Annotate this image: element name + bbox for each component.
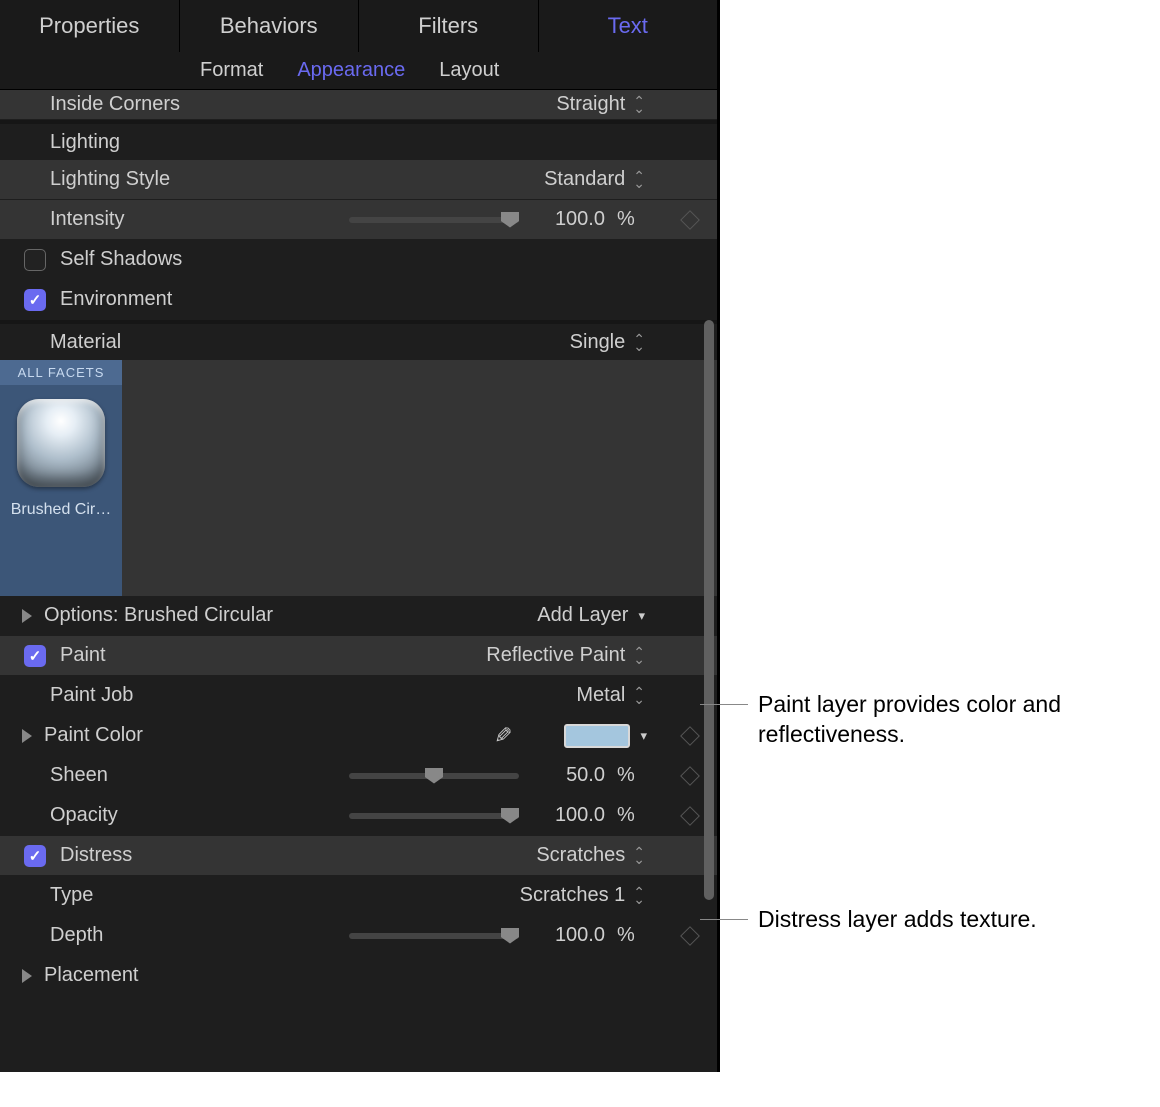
row-material: Material Single <box>0 320 717 360</box>
value-depth[interactable]: 100.0 <box>535 924 605 947</box>
checkbox-distress[interactable]: ✓ <box>24 845 46 867</box>
add-layer-button[interactable]: Add Layer <box>537 604 628 627</box>
keyframe-diamond[interactable] <box>680 210 700 230</box>
value-sheen[interactable]: 50.0 <box>535 764 605 787</box>
stepper-icon[interactable] <box>633 848 645 863</box>
main-tabs: Properties Behaviors Filters Text <box>0 0 717 52</box>
unit-opacity: % <box>617 804 647 827</box>
inspector-panel: Properties Behaviors Filters Text Format… <box>0 0 720 1072</box>
value-opacity[interactable]: 100.0 <box>535 804 605 827</box>
stepper-icon[interactable] <box>633 172 645 187</box>
popup-paint[interactable]: Reflective Paint <box>486 644 625 667</box>
popup-distress-type[interactable]: Scratches 1 <box>520 884 626 907</box>
material-thumbnail[interactable] <box>17 399 105 487</box>
popup-distress[interactable]: Scratches <box>536 844 625 867</box>
material-swatch[interactable]: ALL FACETS Brushed Cir… <box>0 360 122 596</box>
row-paint-color: Paint Color ✎ ▾ <box>0 716 717 756</box>
label-self-shadows: Self Shadows <box>60 248 182 271</box>
row-opacity: Opacity 100.0 % <box>0 796 717 836</box>
stepper-icon[interactable] <box>633 335 645 350</box>
row-self-shadows: Self Shadows <box>0 240 717 280</box>
label-intensity: Intensity <box>50 208 250 231</box>
slider-sheen[interactable] <box>349 773 519 779</box>
row-placement: Placement <box>0 956 717 996</box>
sub-tabs: Format Appearance Layout <box>0 52 717 90</box>
label-opacity: Opacity <box>50 804 250 827</box>
disclosure-triangle-icon[interactable] <box>22 729 32 743</box>
row-options: Options: Brushed Circular Add Layer ▾ <box>0 596 717 636</box>
eyedropper-icon[interactable]: ✎ <box>494 723 512 749</box>
subtab-format[interactable]: Format <box>200 59 263 82</box>
keyframe-diamond[interactable] <box>680 766 700 786</box>
keyframe-diamond[interactable] <box>680 726 700 746</box>
label-inside-corners: Inside Corners <box>50 93 250 116</box>
material-swatch-area: ALL FACETS Brushed Cir… <box>0 360 717 596</box>
row-paint: ✓ Paint Reflective Paint <box>0 636 717 676</box>
row-depth: Depth 100.0 % <box>0 916 717 956</box>
tab-text[interactable]: Text <box>539 0 718 52</box>
row-distress-type: Type Scratches 1 <box>0 876 717 916</box>
label-paint: Paint <box>60 644 234 667</box>
label-paint-job: Paint Job <box>50 684 250 707</box>
color-well[interactable] <box>564 724 630 748</box>
label-sheen: Sheen <box>50 764 250 787</box>
callout-distress: Distress layer adds texture. <box>700 905 1037 935</box>
chevron-down-icon[interactable]: ▾ <box>638 608 645 624</box>
row-environment: ✓ Environment <box>0 280 717 320</box>
row-intensity: Intensity 100.0 % <box>0 200 717 240</box>
rows-container: Inside Corners Straight Lighting Lightin… <box>0 90 717 1072</box>
scrollbar[interactable] <box>704 320 714 900</box>
row-sheen: Sheen 50.0 % <box>0 756 717 796</box>
stepper-icon[interactable] <box>633 648 645 663</box>
row-distress: ✓ Distress Scratches <box>0 836 717 876</box>
disclosure-triangle-icon[interactable] <box>22 609 32 623</box>
tab-properties[interactable]: Properties <box>0 0 180 52</box>
popup-material[interactable]: Single <box>570 331 626 354</box>
row-inside-corners: Inside Corners Straight <box>0 90 717 120</box>
checkbox-paint[interactable]: ✓ <box>24 645 46 667</box>
row-lighting-style: Lighting Style Standard <box>0 160 717 200</box>
popup-inside-corners[interactable]: Straight <box>556 93 625 116</box>
popup-lighting-style[interactable]: Standard <box>544 168 625 191</box>
slider-intensity[interactable] <box>349 217 519 223</box>
checkbox-environment[interactable]: ✓ <box>24 289 46 311</box>
label-paint-color: Paint Color <box>44 724 230 747</box>
label-distress-type: Type <box>50 884 250 907</box>
section-lighting: Lighting <box>0 120 717 160</box>
keyframe-diamond[interactable] <box>680 806 700 826</box>
label-distress: Distress <box>60 844 234 867</box>
disclosure-triangle-icon[interactable] <box>22 969 32 983</box>
label-material: Material <box>50 331 250 354</box>
popup-paint-job[interactable]: Metal <box>576 684 625 707</box>
checkbox-self-shadows[interactable] <box>24 249 46 271</box>
keyframe-diamond[interactable] <box>680 926 700 946</box>
chevron-down-icon[interactable]: ▾ <box>640 728 647 744</box>
row-paint-job: Paint Job Metal <box>0 676 717 716</box>
value-inside-corners[interactable]: Straight <box>250 93 645 116</box>
callout-paint: Paint layer provides color and reflectiv… <box>700 690 1118 750</box>
value-intensity[interactable]: 100.0 <box>535 208 605 231</box>
slider-opacity[interactable] <box>349 813 519 819</box>
tab-behaviors[interactable]: Behaviors <box>180 0 360 52</box>
label-options: Options: Brushed Circular <box>44 604 304 627</box>
unit-sheen: % <box>617 764 647 787</box>
material-name: Brushed Cir… <box>11 501 111 519</box>
callout-paint-text: Paint layer provides color and reflectiv… <box>758 690 1118 750</box>
tab-filters[interactable]: Filters <box>359 0 539 52</box>
stepper-icon[interactable] <box>633 888 645 903</box>
subtab-appearance[interactable]: Appearance <box>297 59 405 82</box>
label-environment: Environment <box>60 288 172 311</box>
label-placement: Placement <box>44 964 139 987</box>
slider-depth[interactable] <box>349 933 519 939</box>
facets-label: ALL FACETS <box>0 360 122 385</box>
stepper-icon[interactable] <box>633 688 645 703</box>
subtab-layout[interactable]: Layout <box>439 59 499 82</box>
unit-intensity: % <box>617 208 647 231</box>
stepper-icon[interactable] <box>633 97 645 112</box>
callout-distress-text: Distress layer adds texture. <box>758 905 1037 935</box>
unit-depth: % <box>617 924 647 947</box>
label-depth: Depth <box>50 924 250 947</box>
label-lighting-style: Lighting Style <box>50 168 250 191</box>
